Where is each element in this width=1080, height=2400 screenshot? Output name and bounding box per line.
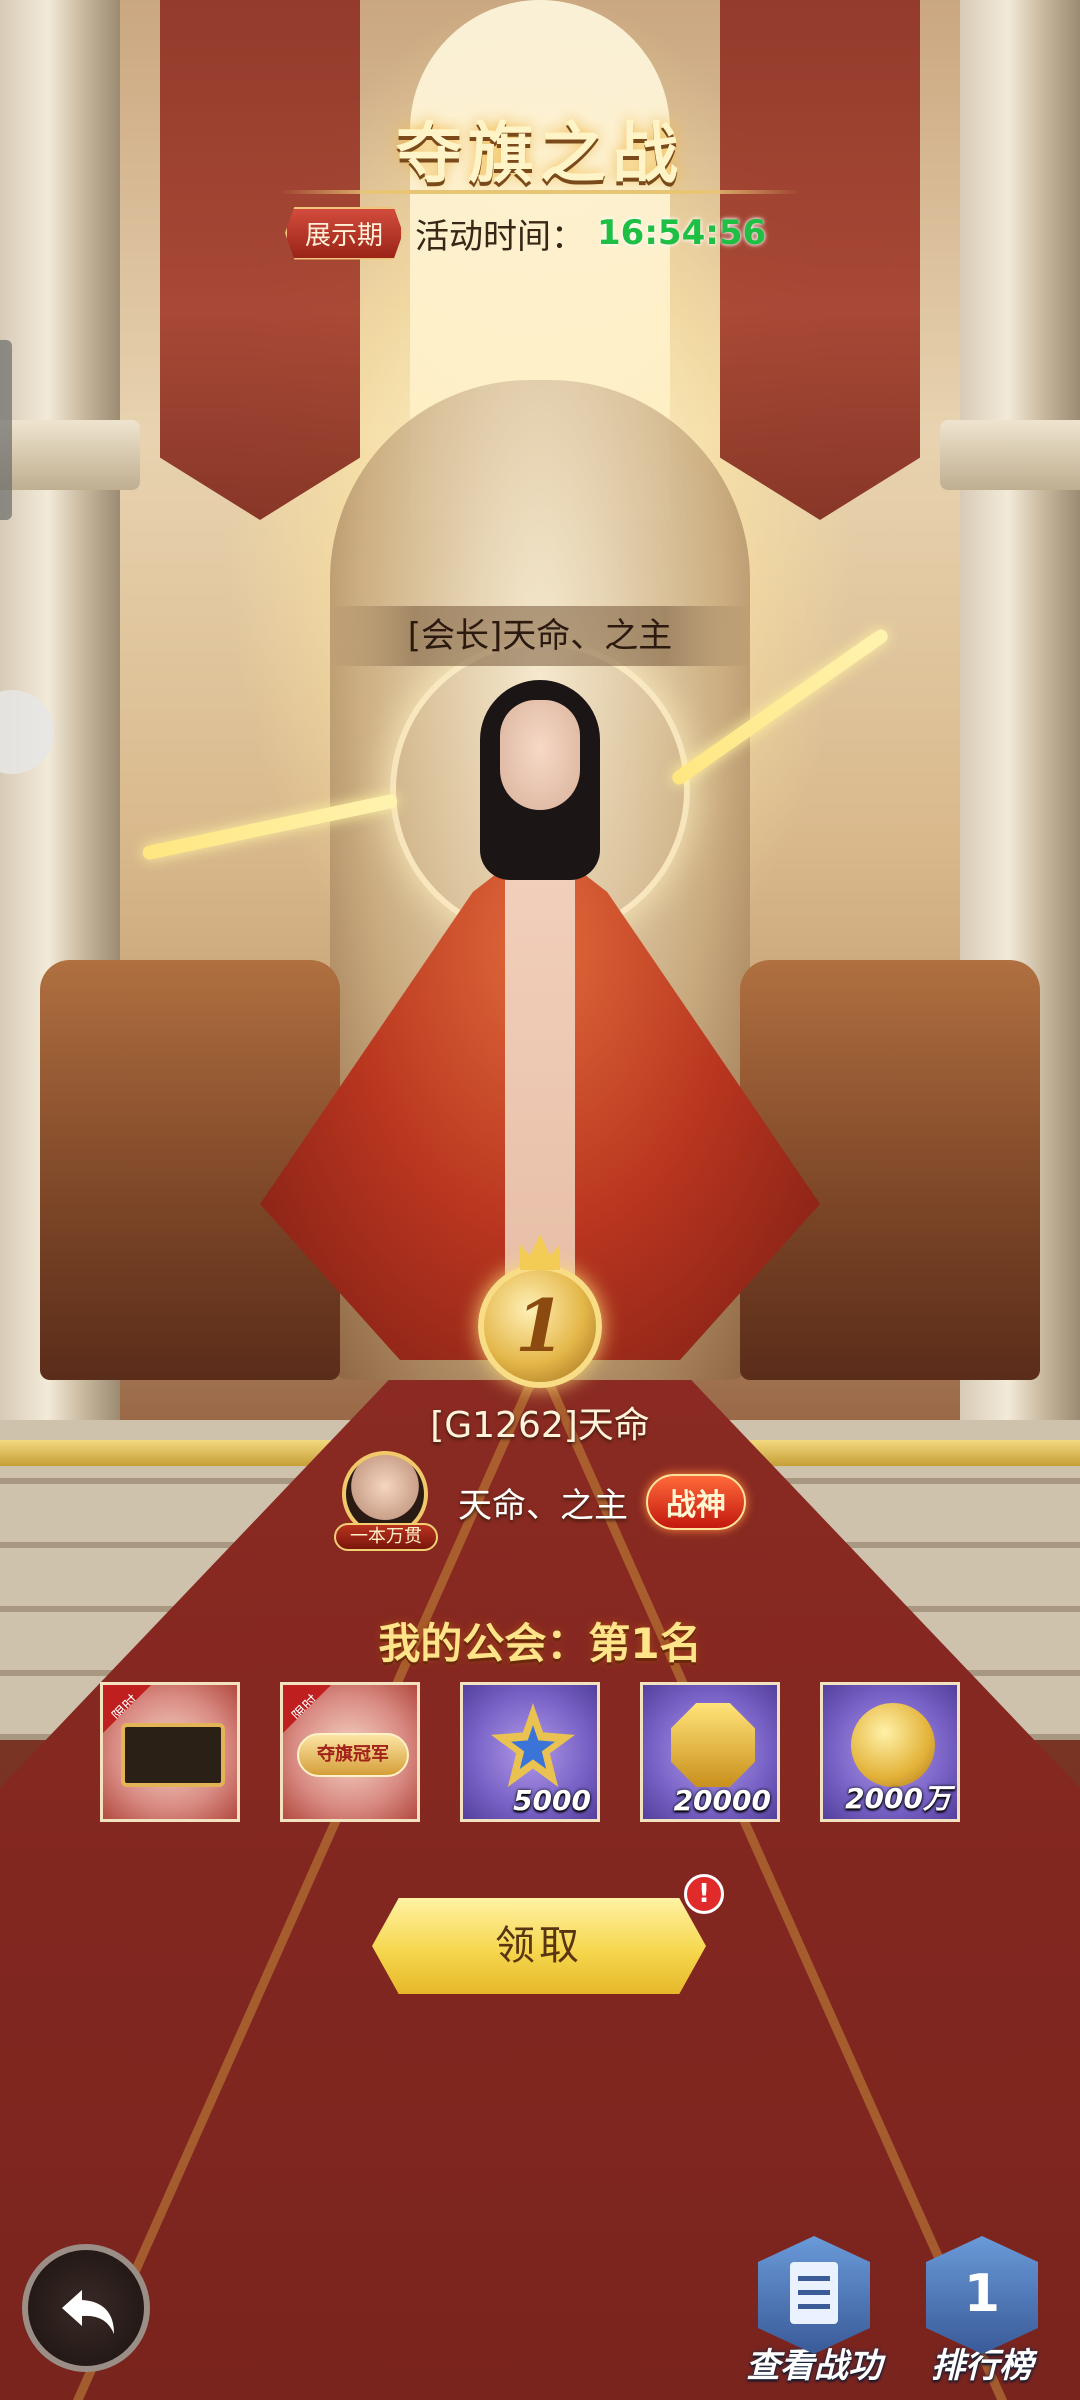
gold-crest-icon	[671, 1703, 755, 1787]
reward-quantity: 20000	[673, 1784, 771, 1817]
right-banner	[720, 0, 920, 520]
leader-avatar[interactable]: 一本万贯	[330, 1447, 440, 1557]
leaderboard-button[interactable]: 1 排行榜	[912, 2236, 1052, 2387]
my-guild-rank: 我的公会：第1名	[378, 1619, 702, 1668]
left-pillar-cap	[0, 420, 140, 490]
reward-item[interactable]: 5000	[460, 1682, 600, 1822]
guild-leader-plaque: [会长]天命、之主	[330, 606, 750, 666]
limited-tag-label: 限时	[288, 1691, 323, 1726]
doc-line	[798, 2290, 830, 2295]
rank-number: 1	[514, 1283, 566, 1368]
reward-quantity: 2000万	[845, 1782, 951, 1815]
doc-line	[798, 2304, 830, 2309]
gold-coin-icon	[851, 1703, 935, 1787]
leader-name: 天命、之主	[458, 1485, 628, 1526]
reward-item[interactable]: 2000万	[820, 1682, 960, 1822]
rank-medal: 1	[478, 1234, 602, 1388]
view-merit-button[interactable]: 查看战功	[744, 2236, 884, 2387]
light-ribbon	[141, 793, 399, 861]
doc-line	[798, 2276, 830, 2281]
limited-tag: 限时	[283, 1685, 331, 1733]
title-badge: 战神	[646, 1474, 746, 1530]
character-face	[500, 700, 580, 810]
leaderboard-icon: 1	[926, 2236, 1038, 2354]
merit-document-icon	[758, 2236, 870, 2354]
event-timer-row: 展示期 活动时间： 16:54:56	[285, 206, 767, 260]
leaderboard-icon-number: 1	[963, 2264, 1001, 2324]
back-button[interactable]	[22, 2244, 150, 2372]
alert-icon: !	[684, 1874, 724, 1914]
reward-quantity: 5000	[513, 1784, 591, 1817]
right-pillar-cap	[940, 420, 1080, 490]
limited-tag-label: 限时	[108, 1691, 143, 1726]
timer-label: 活动时间：	[415, 216, 586, 257]
reward-item[interactable]: 20000	[640, 1682, 780, 1822]
event-title: 夺旗之战	[396, 114, 684, 192]
reward-item[interactable]: 夺旗冠军 限时	[280, 1682, 420, 1822]
claim-button[interactable]: 领取	[372, 1898, 706, 1994]
title-divider	[280, 190, 800, 194]
left-banner	[160, 0, 360, 520]
reward-list: 限时 夺旗冠军 限时 5000 20000 2000万	[100, 1682, 960, 1822]
back-arrow-icon	[62, 2290, 114, 2334]
limited-title-icon: 夺旗冠军	[297, 1733, 409, 1777]
phase-badge: 展示期	[285, 206, 404, 260]
limited-frame-icon	[121, 1723, 225, 1787]
avatar-frame-tag: 一本万贯	[334, 1523, 438, 1551]
edge-handle[interactable]	[0, 340, 12, 520]
reward-item[interactable]: 限时	[100, 1682, 240, 1822]
timer-countdown: 16:54:56	[597, 213, 767, 253]
champion-guild-name: [G1262]天命	[430, 1405, 650, 1446]
leader-row: 一本万贯 天命、之主 战神	[330, 1451, 746, 1551]
event-header: 夺旗之战	[0, 100, 1080, 196]
